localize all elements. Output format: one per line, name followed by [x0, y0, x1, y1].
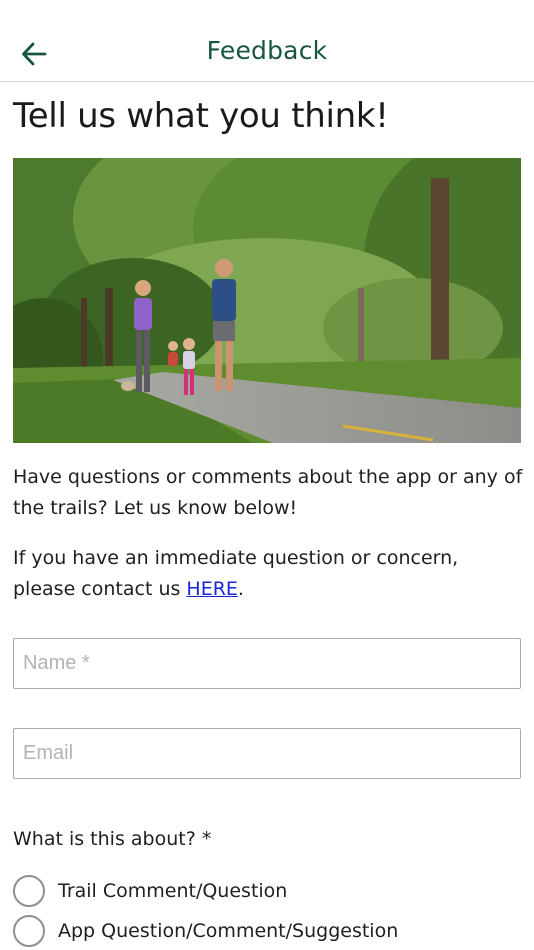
page-title: Feedback: [206, 36, 328, 65]
topic-question-label: What is this about? *: [13, 828, 212, 850]
name-field[interactable]: [13, 638, 521, 689]
email-field[interactable]: [13, 728, 521, 779]
topic-option-label: App Question/Comment/Suggestion: [58, 920, 399, 942]
form-heading: Tell us what you think!: [13, 96, 389, 136]
contact-paragraph: If you have an immediate question or con…: [13, 543, 523, 605]
hero-image: [13, 158, 521, 443]
app-bar: Feedback: [0, 0, 534, 82]
radio-unchecked-icon[interactable]: [13, 875, 45, 907]
topic-option-app[interactable]: App Question/Comment/Suggestion: [13, 914, 398, 948]
radio-unchecked-icon[interactable]: [13, 915, 45, 947]
topic-option-label: Trail Comment/Question: [58, 880, 288, 902]
intro-paragraph: Have questions or comments about the app…: [13, 466, 523, 519]
name-input[interactable]: [14, 639, 520, 688]
contact-here-link[interactable]: HERE: [186, 578, 238, 600]
email-input[interactable]: [14, 729, 520, 778]
contact-period: .: [237, 578, 244, 600]
topic-option-trail[interactable]: Trail Comment/Question: [13, 874, 287, 908]
